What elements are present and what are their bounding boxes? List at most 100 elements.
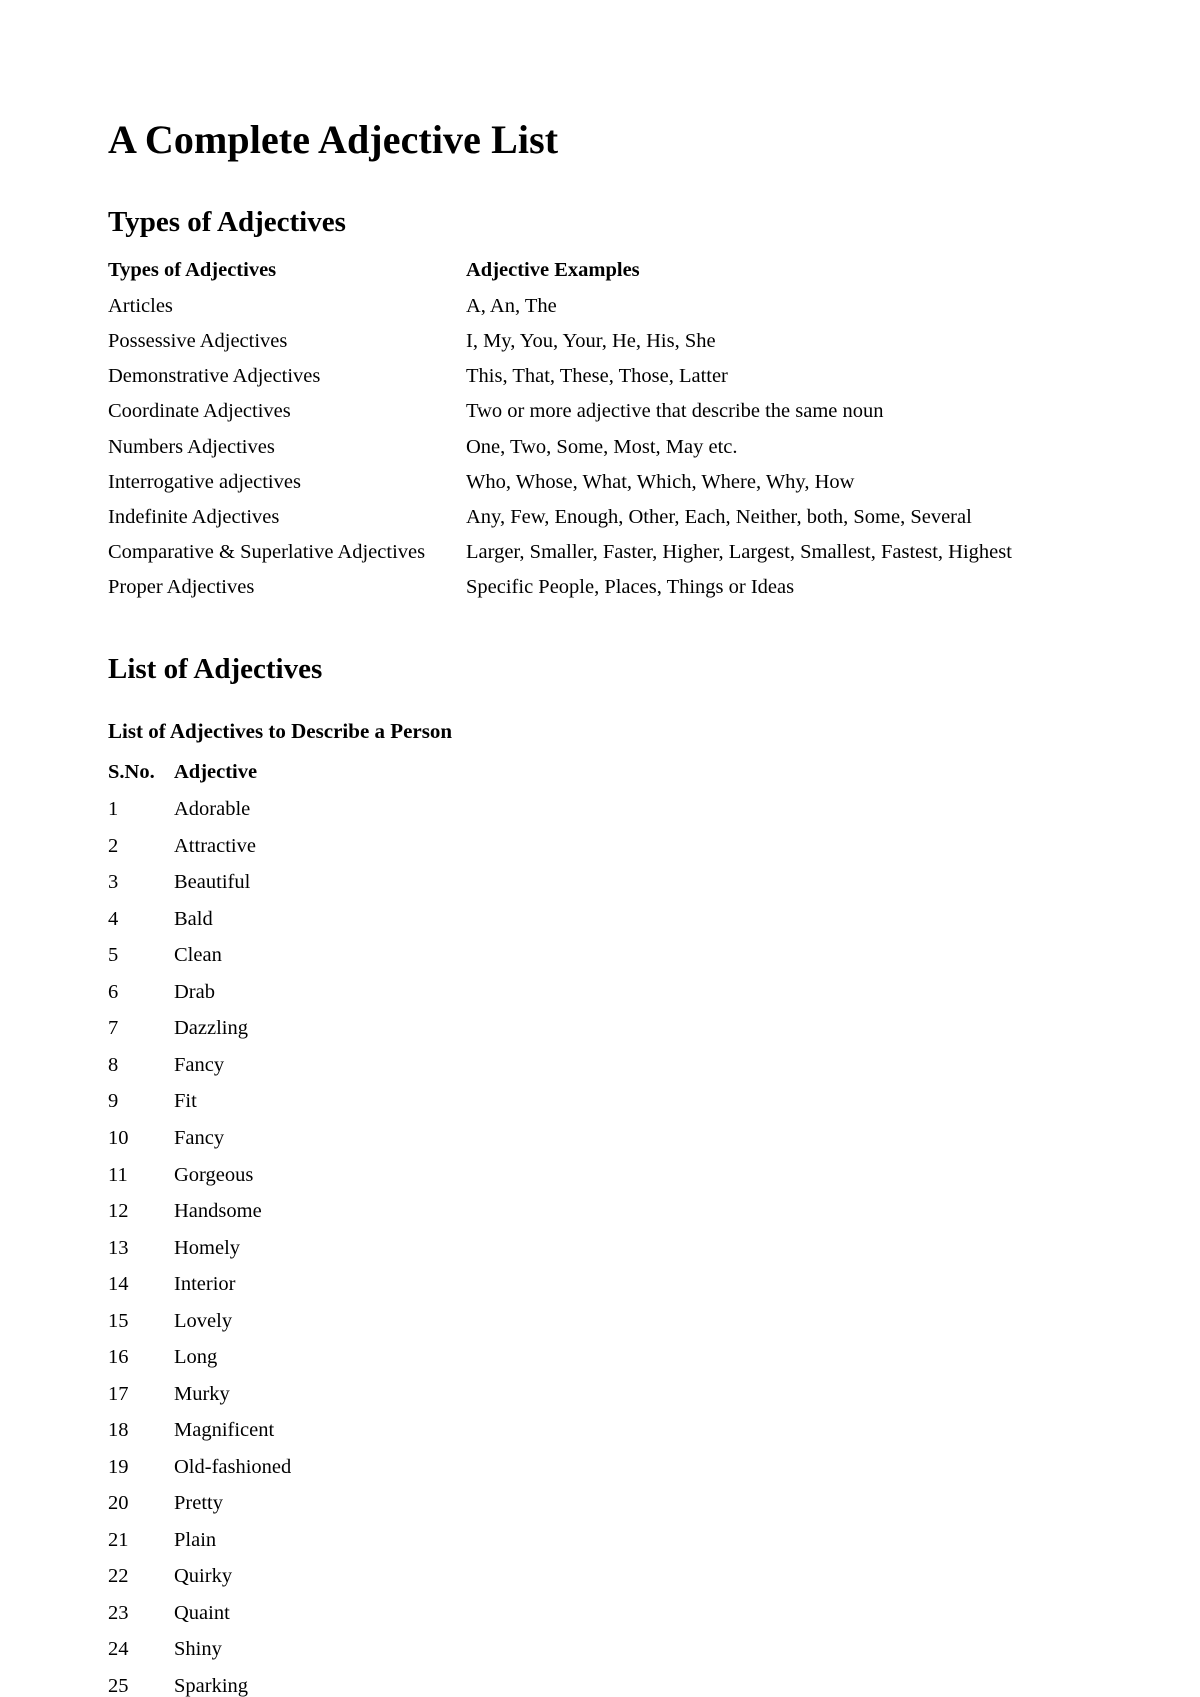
cell-adjective: Old-fashioned — [174, 1455, 292, 1478]
list-item: 6 Drab — [108, 979, 594, 1016]
column-header-serial-number: S.No. — [108, 761, 155, 784]
cell-serial-number: 11 — [108, 1163, 128, 1186]
table-row: Proper Adjectives Specific People, Place… — [108, 574, 1092, 609]
cell-serial-number: 6 — [108, 980, 119, 1003]
list-item: 21 Plain — [108, 1527, 594, 1564]
cell-serial-number: 5 — [108, 944, 119, 967]
list-item: 12 Handsome — [108, 1198, 594, 1235]
cell-examples: A, An, The — [466, 295, 557, 318]
cell-adjective: Clean — [174, 944, 222, 967]
cell-examples: Who, Whose, What, Which, Where, Why, How — [466, 470, 855, 493]
list-item: 25 Sparking — [108, 1673, 594, 1697]
types-table-body: Articles A, An, The Possessive Adjective… — [108, 293, 1092, 608]
list-item: 8 Fancy — [108, 1052, 594, 1089]
cell-adjective: Gorgeous — [174, 1163, 254, 1186]
cell-examples: I, My, You, Your, He, His, She — [466, 330, 716, 353]
table-row: Indefinite Adjectives Any, Few, Enough, … — [108, 504, 1092, 539]
cell-type: Articles — [108, 295, 173, 318]
cell-adjective: Bald — [174, 907, 213, 930]
cell-adjective: Sparking — [174, 1674, 249, 1697]
cell-examples: Larger, Smaller, Faster, Higher, Largest… — [466, 540, 1012, 563]
cell-examples: Any, Few, Enough, Other, Each, Neither, … — [466, 505, 972, 528]
cell-examples: Specific People, Places, Things or Ideas — [466, 575, 795, 598]
cell-adjective: Homely — [174, 1236, 241, 1259]
cell-serial-number: 9 — [108, 1090, 119, 1113]
list-item: 18 Magnificent — [108, 1417, 594, 1454]
cell-type: Coordinate Adjectives — [108, 400, 291, 423]
cell-adjective: Shiny — [174, 1638, 222, 1661]
cell-type: Numbers Adjectives — [108, 435, 275, 458]
adjective-list-body: 1 Adorable 2 Attractive 3 Beautiful 4 Ba… — [108, 796, 594, 1697]
cell-adjective: Plain — [174, 1528, 217, 1551]
list-item: 16 Long — [108, 1344, 594, 1381]
cell-adjective: Beautiful — [174, 871, 251, 894]
list-item: 2 Attractive — [108, 833, 594, 870]
list-item: 5 Clean — [108, 942, 594, 979]
cell-adjective: Adorable — [174, 798, 251, 821]
table-header-row: S.No. Adjective — [108, 759, 594, 796]
subsection-heading-describe-a-person: List of Adjectives to Describe a Person — [108, 719, 453, 743]
cell-serial-number: 22 — [108, 1565, 129, 1588]
column-header-adjective: Adjective — [174, 761, 258, 784]
cell-serial-number: 19 — [108, 1455, 129, 1478]
cell-serial-number: 3 — [108, 871, 119, 894]
cell-adjective: Handsome — [174, 1200, 262, 1223]
list-item: 15 Lovely — [108, 1308, 594, 1345]
cell-adjective: Dazzling — [174, 1017, 248, 1040]
table-row: Articles A, An, The — [108, 293, 1092, 328]
cell-serial-number: 12 — [108, 1200, 129, 1223]
table-header-row: Types of Adjectives Adjective Examples — [108, 257, 1092, 293]
cell-serial-number: 1 — [108, 798, 119, 821]
cell-examples: This, That, These, Those, Latter — [466, 365, 728, 388]
list-item: 24 Shiny — [108, 1636, 594, 1673]
cell-serial-number: 4 — [108, 907, 119, 930]
cell-adjective: Interior — [174, 1273, 236, 1296]
cell-adjective: Drab — [174, 980, 215, 1003]
cell-serial-number: 8 — [108, 1053, 119, 1076]
cell-serial-number: 17 — [108, 1382, 129, 1405]
cell-serial-number: 14 — [108, 1273, 129, 1296]
list-item: 10 Fancy — [108, 1125, 594, 1162]
list-item: 9 Fit — [108, 1088, 594, 1125]
cell-serial-number: 24 — [108, 1638, 129, 1661]
cell-adjective: Quaint — [174, 1601, 230, 1624]
cell-serial-number: 13 — [108, 1236, 129, 1259]
table-row: Possessive Adjectives I, My, You, Your, … — [108, 328, 1092, 363]
list-item: 20 Pretty — [108, 1490, 594, 1527]
section-heading-types-of-adjectives: Types of Adjectives — [108, 206, 346, 238]
column-header-examples: Adjective Examples — [466, 259, 640, 282]
types-of-adjectives-table: Types of Adjectives Adjective Examples A… — [108, 257, 1092, 608]
cell-serial-number: 23 — [108, 1601, 129, 1624]
table-row: Coordinate Adjectives Two or more adject… — [108, 398, 1092, 433]
list-item: 3 Beautiful — [108, 869, 594, 906]
cell-adjective: Fit — [174, 1090, 197, 1113]
table-row: Interrogative adjectives Who, Whose, Wha… — [108, 469, 1092, 504]
cell-examples: Two or more adjective that describe the … — [466, 400, 884, 423]
page-title: A Complete Adjective List — [108, 117, 559, 162]
cell-type: Interrogative adjectives — [108, 470, 301, 493]
cell-adjective: Attractive — [174, 834, 256, 857]
table-row: Numbers Adjectives One, Two, Some, Most,… — [108, 434, 1092, 469]
list-item: 1 Adorable — [108, 796, 594, 833]
cell-adjective: Lovely — [174, 1309, 233, 1332]
cell-serial-number: 20 — [108, 1492, 129, 1515]
cell-type: Possessive Adjectives — [108, 330, 288, 353]
cell-adjective: Murky — [174, 1382, 230, 1405]
list-item: 14 Interior — [108, 1271, 594, 1308]
cell-type: Indefinite Adjectives — [108, 505, 280, 528]
column-header-types: Types of Adjectives — [108, 259, 277, 282]
list-item: 22 Quirky — [108, 1563, 594, 1600]
cell-serial-number: 10 — [108, 1127, 129, 1149]
list-item: 17 Murky — [108, 1381, 594, 1418]
document-page: A Complete Adjective List Types of Adjec… — [0, 0, 1200, 1697]
cell-adjective: Pretty — [174, 1492, 223, 1515]
cell-examples: One, Two, Some, Most, May etc. — [466, 435, 738, 458]
list-item: 4 Bald — [108, 906, 594, 943]
cell-serial-number: 21 — [108, 1528, 129, 1551]
cell-serial-number: 25 — [108, 1674, 129, 1697]
cell-type: Proper Adjectives — [108, 575, 255, 598]
cell-serial-number: 18 — [108, 1419, 129, 1442]
cell-type: Comparative & Superlative Adjectives — [108, 540, 426, 563]
section-heading-list-of-adjectives: List of Adjectives — [108, 652, 323, 685]
list-item: 11 Gorgeous — [108, 1162, 594, 1199]
